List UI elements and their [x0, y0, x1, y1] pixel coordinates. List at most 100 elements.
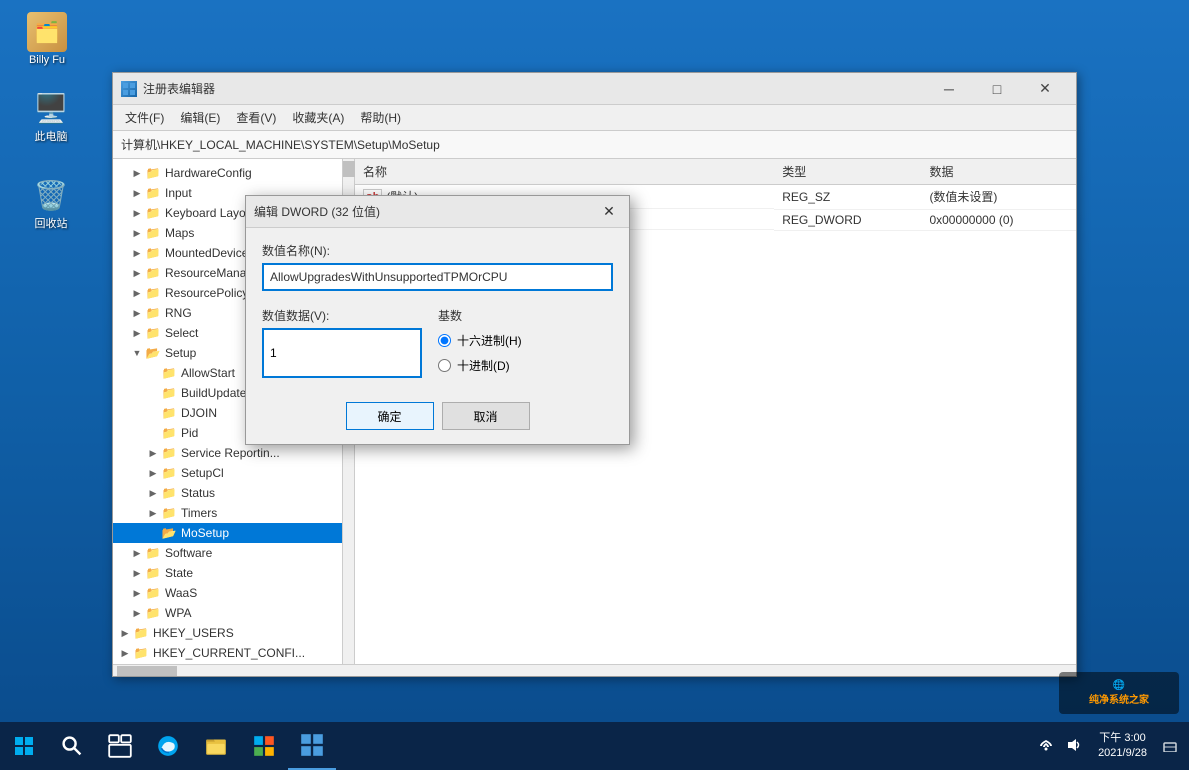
- tree-item-hkey-current-config[interactable]: ▶ 📁 HKEY_CURRENT_CONFI...: [113, 643, 342, 663]
- tree-item-status[interactable]: ▶ 📁 Status: [113, 483, 342, 503]
- bottom-scrollbar[interactable]: [113, 664, 1076, 676]
- tree-label: AllowStart: [181, 366, 235, 380]
- tree-label: HKEY_CURRENT_CONFI...: [153, 646, 305, 660]
- cell-type: REG_DWORD: [774, 209, 921, 230]
- folder-icon: 📁: [161, 445, 177, 461]
- folder-icon: 📁: [145, 565, 161, 581]
- tree-item-timers[interactable]: ▶ 📁 Timers: [113, 503, 342, 523]
- arrow-icon: ▶: [129, 263, 145, 283]
- taskbar-notification[interactable]: [1159, 738, 1181, 755]
- menu-edit[interactable]: 编辑(E): [172, 107, 228, 128]
- menu-view[interactable]: 查看(V): [228, 107, 284, 128]
- dialog-close-icon[interactable]: ✕: [597, 200, 621, 224]
- tree-label: State: [165, 566, 193, 580]
- folder-icon: 📁: [145, 285, 161, 301]
- menu-bar: 文件(F) 编辑(E) 查看(V) 收藏夹(A) 帮助(H): [113, 105, 1076, 131]
- arrow-icon: ▶: [145, 463, 161, 483]
- folder-icon: 📁: [145, 265, 161, 281]
- arrow-icon: ▶: [129, 563, 145, 583]
- taskbar-network[interactable]: [1034, 737, 1058, 756]
- maximize-button[interactable]: □: [974, 74, 1020, 104]
- folder-icon: 📁: [161, 365, 177, 381]
- data-input[interactable]: [262, 328, 422, 378]
- taskbar-edge[interactable]: [144, 722, 192, 770]
- tree-item-software[interactable]: ▶ 📁 Software: [113, 543, 342, 563]
- tree-label: MountedDevices: [165, 246, 254, 260]
- folder-icon: 📁: [145, 185, 161, 201]
- taskbar-taskview[interactable]: [96, 722, 144, 770]
- ok-button[interactable]: 确定: [346, 402, 434, 430]
- arrow-icon: ▶: [145, 483, 161, 503]
- tree-item-mosetup[interactable]: 📂 MoSetup: [113, 523, 342, 543]
- app-icon: [121, 81, 137, 97]
- desktop-recycle-icon[interactable]: 🗑️ 回收站: [16, 175, 86, 231]
- arrow-spacer: [145, 403, 161, 423]
- tree-label: WPA: [165, 606, 191, 620]
- folder-icon: 📁: [145, 325, 161, 341]
- recycle-label: 回收站: [35, 215, 68, 231]
- folder-icon: 📁: [145, 205, 161, 221]
- arrow-icon: ▶: [129, 303, 145, 323]
- close-button[interactable]: ✕: [1022, 74, 1068, 104]
- dialog-buttons: 确定 取消: [262, 394, 613, 430]
- tree-item-hardwareconfig[interactable]: ▶ 📁 HardwareConfig: [113, 163, 342, 183]
- tree-label: Software: [165, 546, 212, 560]
- tree-item-wpa[interactable]: ▶ 📁 WPA: [113, 603, 342, 623]
- arrow-icon: ▶: [129, 223, 145, 243]
- tree-label: DJOIN: [181, 406, 217, 420]
- radio-dec-label[interactable]: 十进制(D): [438, 357, 522, 374]
- taskbar-explorer[interactable]: [192, 722, 240, 770]
- folder-icon: 📁: [161, 505, 177, 521]
- address-bar: 计算机\HKEY_LOCAL_MACHINE\SYSTEM\Setup\MoSe…: [113, 131, 1076, 159]
- folder-icon: 📁: [145, 165, 161, 181]
- base-col: 基数 十六进制(H) 十进制(D): [438, 307, 522, 374]
- taskbar-store[interactable]: [240, 722, 288, 770]
- folder-icon: 📁: [161, 425, 177, 441]
- user-label: Billy Fu: [29, 54, 65, 66]
- tree-label: Timers: [181, 506, 217, 520]
- arrow-icon: ▶: [129, 583, 145, 603]
- cancel-button[interactable]: 取消: [442, 402, 530, 430]
- desktop-user-icon[interactable]: 🗂️ Billy Fu: [12, 12, 82, 66]
- tree-item-service-reporting[interactable]: ▶ 📁 Service Reportin...: [113, 443, 342, 463]
- taskbar-right: 下午 3:00 2021/9/28: [1034, 731, 1189, 762]
- taskbar-search[interactable]: [48, 722, 96, 770]
- title-bar-buttons: ─ □ ✕: [926, 74, 1068, 104]
- tree-label: BuildUpdate: [181, 386, 246, 400]
- tree-label: Service Reportin...: [181, 446, 280, 460]
- taskbar-volume[interactable]: [1062, 737, 1086, 756]
- watermark-text: 🌐 纯净系统之家: [1089, 680, 1149, 706]
- tree-item-hkey-users[interactable]: ▶ 📁 HKEY_USERS: [113, 623, 342, 643]
- desktop: 🗂️ Billy Fu 🖥️ 此电脑 🗑️ 回收站 注册表编辑器 ─ □ ✕ 文…: [0, 0, 1189, 770]
- tree-label: Input: [165, 186, 192, 200]
- arrow-spacer: [145, 363, 161, 383]
- cell-type: REG_SZ: [774, 185, 921, 210]
- menu-help[interactable]: 帮助(H): [352, 107, 409, 128]
- name-input[interactable]: [262, 263, 613, 291]
- folder-icon: 📁: [133, 645, 149, 661]
- menu-favorites[interactable]: 收藏夹(A): [284, 107, 352, 128]
- radio-hex-label[interactable]: 十六进制(H): [438, 332, 522, 349]
- tree-item-state[interactable]: ▶ 📁 State: [113, 563, 342, 583]
- tree-label: MoSetup: [181, 526, 229, 540]
- start-button[interactable]: [0, 722, 48, 770]
- tree-label: Pid: [181, 426, 198, 440]
- edit-dword-dialog: 编辑 DWORD (32 位值) ✕ 数值名称(N): 数值数据(V): 基数: [245, 195, 630, 445]
- radio-hex[interactable]: [438, 334, 451, 347]
- tree-item-waas[interactable]: ▶ 📁 WaaS: [113, 583, 342, 603]
- radio-dec[interactable]: [438, 359, 451, 372]
- tree-item-setupcl[interactable]: ▶ 📁 SetupCl: [113, 463, 342, 483]
- folder-icon: 📁: [145, 545, 161, 561]
- name-label: 数值名称(N):: [262, 242, 613, 259]
- taskbar-regedit[interactable]: [288, 722, 336, 770]
- arrow-spacer: [145, 423, 161, 443]
- menu-file[interactable]: 文件(F): [117, 107, 172, 128]
- desktop-computer-icon[interactable]: 🖥️ 此电脑: [16, 88, 86, 144]
- col-data: 数据: [921, 159, 1076, 185]
- computer-icon: 🖥️: [31, 88, 71, 128]
- arrow-spacer: [145, 383, 161, 403]
- arrow-icon: ▶: [129, 203, 145, 223]
- minimize-button[interactable]: ─: [926, 74, 972, 104]
- folder-icon: 📁: [161, 385, 177, 401]
- arrow-icon: ▶: [129, 603, 145, 623]
